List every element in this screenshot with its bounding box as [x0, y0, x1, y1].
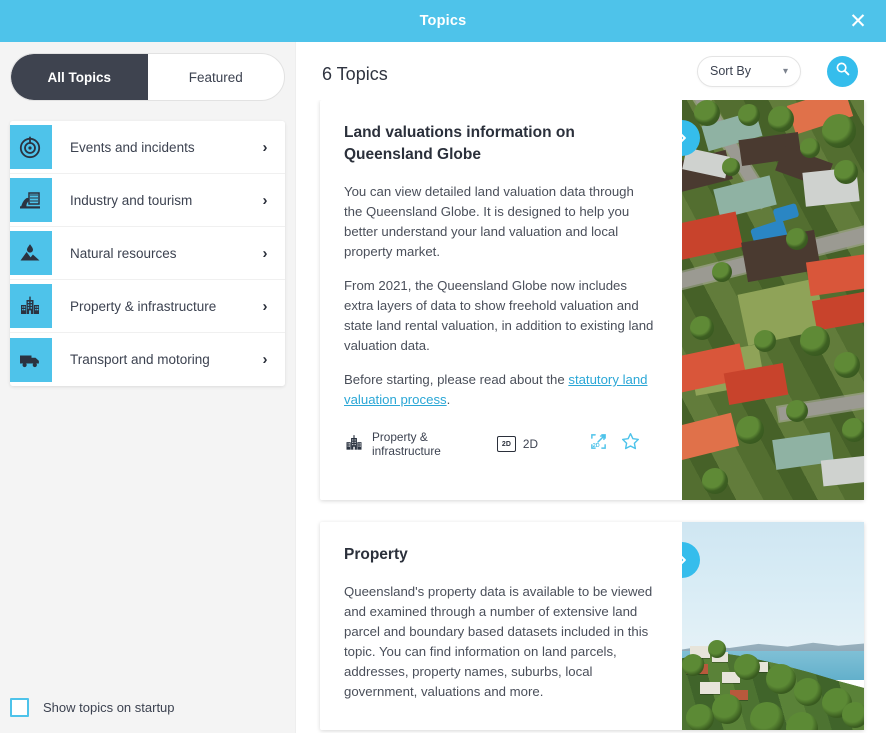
topic-card-body: Property Queensland's property data is a…: [320, 522, 682, 730]
sidebar-item-label: Transport and motoring: [70, 352, 210, 367]
show-topics-on-startup-label: Show topics on startup: [43, 699, 175, 715]
topic-card-dimension: 2D 2D: [496, 436, 538, 452]
topic-card-category-label: Property & infrastructure: [372, 430, 441, 458]
link-paragraph-before: Before starting, please read about the: [344, 372, 569, 387]
topic-card-category: Property & infrastructure: [344, 430, 455, 458]
topic-card-body: Land valuations information on Queenslan…: [320, 100, 682, 500]
chevron-down-icon: ▾: [782, 65, 788, 77]
sidebar-item-label: Industry and tourism: [70, 192, 193, 208]
topic-tab-group: All Topics Featured: [10, 53, 285, 101]
sidebar-item-industry-and-tourism[interactable]: Industry and tourism ›: [10, 174, 285, 227]
topic-card-dimension-label: 2D: [522, 437, 538, 451]
chevron-right-icon: ›: [262, 244, 268, 262]
search-button[interactable]: [827, 55, 858, 87]
topic-card-paragraph: Queensland's property data is available …: [344, 584, 653, 699]
chevron-right-icon: ›: [262, 191, 268, 209]
tab-featured-label: Featured: [188, 69, 243, 85]
sidebar-item-label: Events and incidents: [70, 139, 195, 155]
buildings-icon: [344, 433, 372, 456]
chevron-right-icon: [682, 555, 686, 565]
sidebar-item-transport-and-motoring[interactable]: Transport and motoring ›: [10, 333, 285, 386]
tab-all-topics-label: All Topics: [47, 69, 111, 85]
star-outline-icon[interactable]: [621, 432, 640, 456]
dialog-content: All Topics Featured Events and incidents: [0, 42, 886, 733]
truck-icon: [10, 337, 52, 382]
sidebar-item-events-and-incidents[interactable]: Events and incidents ›: [10, 121, 285, 174]
topic-card-paragraph: You can view detailed land valuation dat…: [344, 184, 634, 259]
main-toolbar: 6 Topics Sort By ▾: [296, 42, 886, 100]
topic-card[interactable]: Property Queensland's property data is a…: [320, 522, 864, 730]
tab-all-topics[interactable]: All Topics: [11, 54, 148, 100]
aerial-suburb-photo: [682, 100, 864, 500]
search-icon: [835, 61, 851, 82]
radar-icon: [10, 125, 52, 169]
sidebar-item-natural-resources[interactable]: Natural resources ›: [10, 227, 285, 280]
main-panel: 6 Topics Sort By ▾ Land valuations infor…: [296, 42, 886, 733]
topic-category-list: Events and incidents › Industry and tour…: [10, 121, 285, 386]
window-titlebar: Topics ✕: [0, 0, 886, 42]
chevron-right-icon: [682, 133, 686, 143]
sidebar-item-label: Property & infrastructure: [70, 298, 217, 314]
topic-card-link-paragraph: Before starting, please read about the s…: [344, 370, 654, 410]
show-topics-on-startup-row[interactable]: Show topics on startup: [0, 681, 295, 733]
chevron-right-icon: ›: [262, 138, 268, 156]
sort-by-label: Sort By: [710, 64, 751, 78]
topic-card-actions: 2D: [590, 432, 654, 456]
topic-card-meta: Property & infrastructure 2D 2D 2D: [344, 424, 654, 458]
sort-by-dropdown[interactable]: Sort By ▾: [697, 55, 801, 87]
chevron-right-icon: ›: [262, 351, 268, 368]
tab-featured[interactable]: Featured: [148, 54, 285, 100]
topic-count: 6 Topics: [322, 63, 388, 84]
topic-card[interactable]: Land valuations information on Queenslan…: [320, 100, 864, 500]
sidebar: All Topics Featured Events and incidents: [0, 42, 296, 733]
chevron-right-icon: ›: [262, 297, 268, 315]
coastal-hillside-photo: [682, 522, 864, 730]
sidebar-item-property-and-infrastructure[interactable]: Property & infrastructure ›: [10, 280, 285, 333]
open-in-2d-icon[interactable]: 2D: [590, 433, 607, 455]
buildings-icon: [10, 284, 52, 328]
topic-card-thumbnail: [682, 522, 864, 730]
sidebar-item-label: Natural resources: [70, 245, 177, 261]
link-paragraph-after: .: [446, 392, 451, 407]
show-topics-on-startup-checkbox[interactable]: [10, 697, 29, 717]
close-icon[interactable]: ✕: [840, 0, 876, 42]
topic-card-title: Land valuations information on Queenslan…: [344, 124, 575, 163]
factory-icon: [10, 178, 52, 222]
topic-card-list: Land valuations information on Queenslan…: [296, 100, 886, 733]
topic-card-title: Property: [344, 546, 408, 563]
svg-text:2D: 2D: [593, 443, 600, 449]
mountain-water-icon: [10, 231, 52, 275]
window-title: Topics: [419, 13, 467, 29]
topic-card-thumbnail: [682, 100, 864, 500]
topic-card-paragraph: From 2021, the Queensland Globe now incl…: [344, 278, 654, 353]
2d-badge-icon: 2D: [496, 436, 516, 452]
